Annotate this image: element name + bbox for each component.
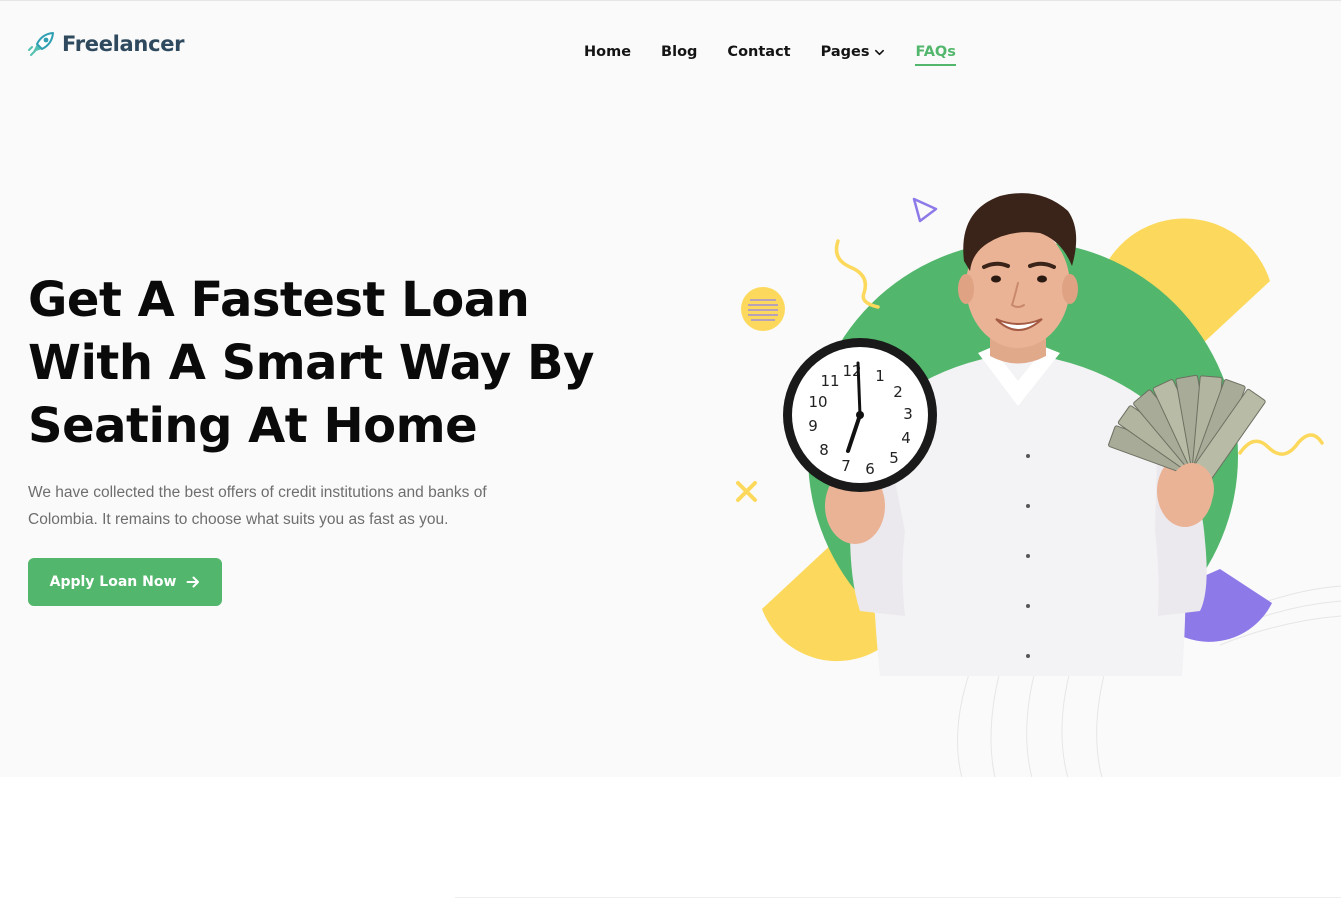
x-mark-decoration xyxy=(736,481,757,502)
nav-blog[interactable]: Blog xyxy=(661,38,697,66)
svg-text:2: 2 xyxy=(893,383,903,401)
svg-text:11: 11 xyxy=(820,372,839,390)
brand-logo[interactable]: Freelancer xyxy=(28,30,185,58)
triangle-outline-decoration xyxy=(912,197,938,223)
svg-text:4: 4 xyxy=(901,429,911,447)
apply-loan-button[interactable]: Apply Loan Now xyxy=(28,558,222,606)
yellow-squiggle-right xyxy=(1238,433,1324,456)
wall-clock: 12 12 345 678 91011 xyxy=(783,338,937,492)
arrow-right-icon xyxy=(186,576,200,588)
svg-text:5: 5 xyxy=(889,449,899,467)
section-divider xyxy=(455,897,1341,898)
striped-circle-decoration xyxy=(741,287,785,331)
svg-text:8: 8 xyxy=(819,441,829,459)
nav-faqs-label: FAQs xyxy=(915,44,956,60)
nav-blog-label: Blog xyxy=(661,44,698,60)
svg-text:3: 3 xyxy=(903,405,913,423)
hero-description: We have collected the best offers of cre… xyxy=(28,484,487,528)
chevron-down-icon xyxy=(875,49,885,55)
hero-headline: Get A Fastest Loan With A Smart Way By S… xyxy=(28,269,648,458)
nav-contact[interactable]: Contact xyxy=(727,38,790,66)
svg-text:10: 10 xyxy=(808,393,827,411)
svg-text:1: 1 xyxy=(875,367,885,385)
nav-contact-label: Contact xyxy=(727,44,791,60)
brand-name: Freelancer xyxy=(62,32,185,56)
nav-home[interactable]: Home xyxy=(584,38,631,66)
rocket-icon xyxy=(28,32,54,56)
hero-illustration: 12 12 345 678 91011 xyxy=(736,193,1341,777)
nav-home-label: Home xyxy=(584,44,632,60)
nav-pages-dropdown[interactable]: Pages xyxy=(821,38,886,66)
yellow-squiggle-top xyxy=(834,239,880,309)
nav-pages-label: Pages xyxy=(820,44,870,60)
hero-section: Freelancer Home Blog Contact Pages FAQs … xyxy=(0,0,1341,777)
svg-text:9: 9 xyxy=(808,417,818,435)
headline-line-1: Get A Fastest Loan xyxy=(28,272,530,328)
nav-faqs[interactable]: FAQs xyxy=(915,38,957,66)
headline-line-2: With A Smart Way By xyxy=(28,335,594,391)
headline-line-3: Seating At Home xyxy=(28,398,478,454)
apply-loan-label: Apply Loan Now xyxy=(49,574,177,590)
main-nav: Home Blog Contact Pages FAQs xyxy=(584,38,957,66)
svg-text:7: 7 xyxy=(841,457,851,475)
svg-text:6: 6 xyxy=(865,460,875,478)
